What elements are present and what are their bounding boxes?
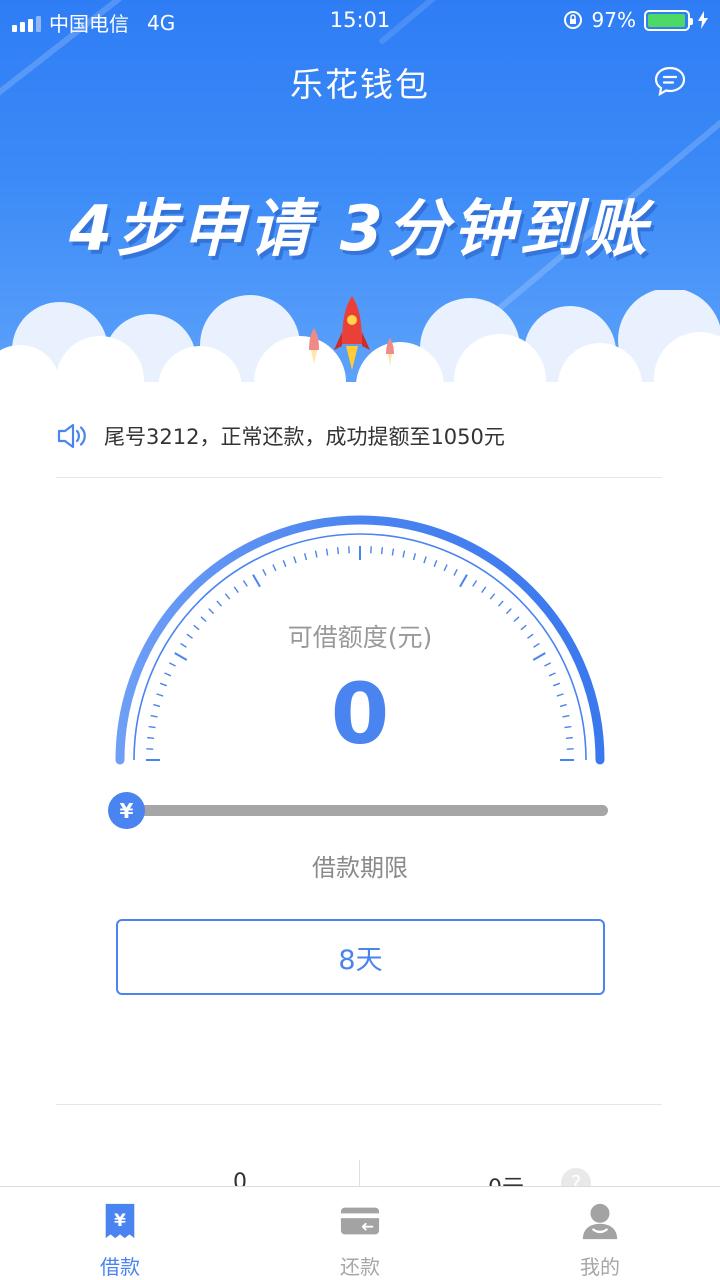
- status-bar: 中国电信 4G 15:01 97%: [0, 0, 720, 40]
- gauge-tick: [282, 559, 287, 567]
- gauge-tick: [224, 593, 231, 600]
- gauge-tick: [391, 548, 395, 556]
- gauge-tick: [423, 556, 427, 564]
- gauge-tick: [459, 574, 468, 588]
- gauge-tick: [472, 580, 478, 587]
- available-credit-value: 0: [330, 665, 390, 763]
- gauge-tick: [216, 600, 223, 607]
- gauge-tick: [208, 608, 215, 615]
- tab-loan[interactable]: ¥ 借款: [0, 1187, 240, 1280]
- tab-repay[interactable]: 还款: [240, 1187, 480, 1280]
- charging-bolt-icon: [698, 11, 708, 29]
- loan-amount-slider[interactable]: ¥: [108, 792, 612, 829]
- tab-mine[interactable]: 我的: [480, 1187, 720, 1280]
- speaker-icon: [57, 423, 86, 448]
- gauge-tick: [497, 600, 504, 607]
- notice-bar: 尾号3212，正常还款，成功提额至1050元: [56, 412, 662, 478]
- bottom-tab-bar: ¥ 借款 还款 我的: [0, 1186, 720, 1280]
- loan-term-label: 借款期限: [312, 854, 408, 882]
- orientation-lock-icon: [563, 11, 582, 29]
- gauge-tick: [336, 547, 340, 555]
- gauge-tick: [380, 547, 384, 555]
- banner-slogan: 4步申请 3分钟到账: [69, 192, 651, 265]
- loan-term-button[interactable]: 8天: [116, 919, 605, 995]
- divider: [56, 1104, 662, 1105]
- battery-icon: [644, 9, 693, 31]
- gauge-tick: [443, 564, 448, 572]
- gauge-tick: [325, 548, 329, 556]
- gauge-tick: [314, 550, 318, 558]
- slider-thumb-yuan-icon[interactable]: ¥: [108, 792, 145, 829]
- battery-percent: 97%: [591, 8, 636, 32]
- gauge-tick: [272, 564, 277, 572]
- slider-track[interactable]: [128, 805, 608, 816]
- gauge-tick: [262, 569, 267, 576]
- gauge-tick: [402, 550, 406, 558]
- card-repay-icon: [340, 1207, 380, 1235]
- gauge-tick: [505, 608, 512, 615]
- header-banner: 中国电信 4G 15:01 97% 乐花钱包 4步申请 3分钟到账: [0, 0, 720, 390]
- gauge-tick: [174, 652, 188, 661]
- svg-text:¥: ¥: [114, 1211, 126, 1231]
- page-title: 乐花钱包: [290, 65, 430, 104]
- gauge-tick: [453, 569, 458, 576]
- profile-icon: [582, 1203, 618, 1240]
- gauge-tick: [433, 559, 438, 567]
- gauge-tick: [252, 574, 261, 588]
- gauge-tick: [481, 586, 487, 593]
- rocket-illustration: [309, 296, 394, 370]
- tab-label: 还款: [340, 1255, 380, 1279]
- loan-receipt-icon: ¥: [105, 1203, 135, 1239]
- gauge-tick: [412, 553, 417, 561]
- chat-bubble-icon[interactable]: [654, 66, 686, 96]
- loan-term-value: 8天: [338, 944, 383, 976]
- gauge-tick: [242, 580, 248, 587]
- notice-text: 尾号3212，正常还款，成功提额至1050元: [104, 424, 505, 449]
- gauge-tick: [233, 586, 239, 593]
- available-credit-label: 可借额度(元): [287, 623, 433, 652]
- gauge-tick: [293, 556, 297, 564]
- gauge-tick: [489, 593, 496, 600]
- gauge-tick: [303, 553, 308, 561]
- tab-label: 我的: [580, 1255, 620, 1279]
- gauge-tick: [532, 652, 546, 661]
- tab-label: 借款: [100, 1255, 140, 1279]
- loan-home-screen: 中国电信 4G 15:01 97% 乐花钱包 4步申请 3分钟到账 尾号3212…: [0, 0, 720, 1280]
